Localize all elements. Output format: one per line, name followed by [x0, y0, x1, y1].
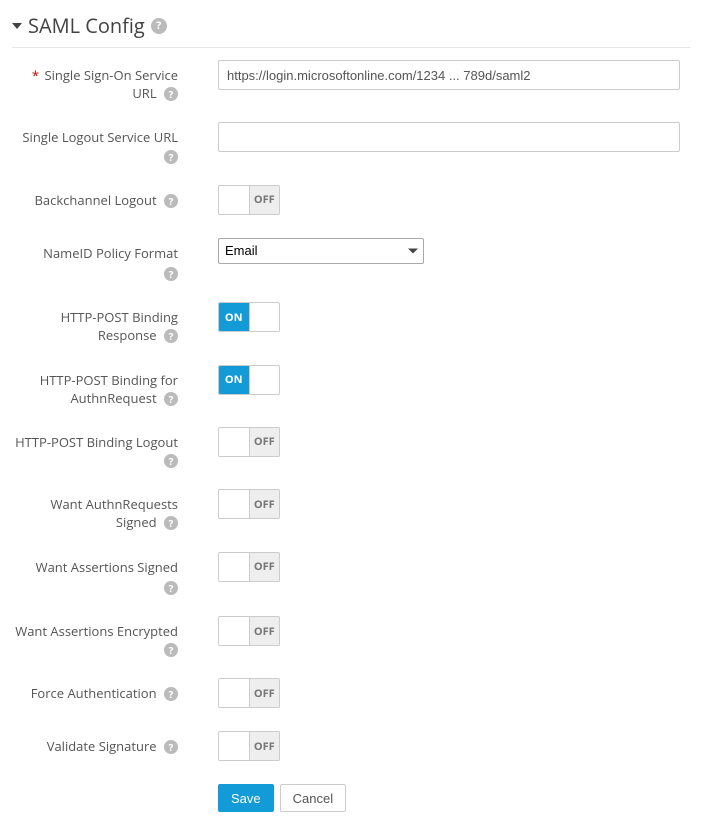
toggle-off-seg: OFF [249, 428, 280, 456]
validate-signature-toggle[interactable]: OFF [218, 731, 280, 761]
want-assertions-encrypted-toggle[interactable]: OFF [218, 616, 280, 646]
label-text: HTTP-POST Binding Logout [15, 433, 178, 451]
cancel-button[interactable]: Cancel [280, 784, 346, 812]
toggle-on-seg [219, 732, 249, 760]
row-validate-signature: Validate Signature ? OFF [12, 731, 690, 764]
toggle-on-seg [219, 679, 249, 707]
row-http-post-authn: HTTP-POST Binding for AuthnRequest ? ON [12, 365, 690, 407]
label-text: Single Logout Service URL [22, 128, 178, 146]
label-validate-signature: Validate Signature ? [12, 731, 188, 755]
label-want-assertions-signed: Want Assertions Signed ? [12, 552, 188, 596]
row-nameid-policy: NameID Policy Format ? Email [12, 238, 690, 282]
label-http-post-logout: HTTP-POST Binding Logout ? [12, 427, 188, 469]
label-text: Single Sign-On Service URL [44, 66, 178, 102]
save-button[interactable]: Save [218, 784, 274, 812]
help-icon[interactable]: ? [164, 392, 178, 406]
toggle-on-seg [219, 186, 249, 214]
backchannel-logout-toggle[interactable]: OFF [218, 185, 280, 215]
label-want-assertions-encrypted: Want Assertions Encrypted ? [12, 616, 188, 658]
label-want-authn-signed: Want AuthnRequests Signed ? [12, 489, 188, 531]
http-post-logout-toggle[interactable]: OFF [218, 427, 280, 457]
help-icon[interactable]: ? [164, 150, 178, 164]
toggle-off-seg: OFF [249, 186, 280, 214]
label-text: Force Authentication [31, 684, 157, 702]
label-text: HTTP-POST Binding Response [61, 308, 178, 344]
help-icon[interactable]: ? [164, 267, 178, 281]
want-authn-signed-toggle[interactable]: OFF [218, 489, 280, 519]
label-text: Want Assertions Signed [36, 558, 178, 576]
force-auth-toggle[interactable]: OFF [218, 678, 280, 708]
label-text: HTTP-POST Binding for AuthnRequest [40, 371, 178, 407]
actions-row: Save Cancel [12, 784, 690, 812]
label-http-post-response: HTTP-POST Binding Response ? [12, 302, 188, 344]
toggle-off-seg: OFF [249, 490, 280, 518]
required-marker: * [32, 66, 39, 84]
help-icon[interactable]: ? [164, 516, 178, 530]
toggle-off-seg: OFF [249, 617, 280, 645]
label-nameid-policy: NameID Policy Format ? [12, 238, 188, 282]
toggle-on-seg: ON [219, 303, 249, 331]
toggle-on-seg: ON [219, 366, 249, 394]
row-want-authn-signed: Want AuthnRequests Signed ? OFF [12, 489, 690, 531]
chevron-down-icon[interactable] [12, 23, 22, 29]
toggle-off-seg: OFF [249, 553, 280, 581]
row-want-assertions-signed: Want Assertions Signed ? OFF [12, 552, 690, 596]
toggle-off-seg: OFF [249, 732, 280, 760]
label-text: Validate Signature [47, 737, 157, 755]
help-icon[interactable]: ? [164, 643, 178, 657]
http-post-response-toggle[interactable]: ON [218, 302, 280, 332]
toggle-off-seg [249, 303, 280, 331]
help-icon[interactable]: ? [164, 329, 178, 343]
help-icon[interactable]: ? [164, 740, 178, 754]
toggle-on-seg [219, 490, 249, 518]
slo-url-input[interactable] [218, 122, 680, 152]
label-force-auth: Force Authentication ? [12, 678, 188, 702]
label-slo-url: Single Logout Service URL ? [12, 122, 188, 164]
section-header: SAML Config ? [12, 12, 690, 48]
toggle-on-seg [219, 617, 249, 645]
label-text: NameID Policy Format [43, 244, 178, 262]
help-icon[interactable]: ? [164, 687, 178, 701]
http-post-authn-toggle[interactable]: ON [218, 365, 280, 395]
help-icon[interactable]: ? [164, 454, 178, 468]
row-http-post-response: HTTP-POST Binding Response ? ON [12, 302, 690, 344]
sso-url-input[interactable] [218, 60, 680, 90]
help-icon[interactable]: ? [164, 87, 178, 101]
row-slo-url: Single Logout Service URL ? [12, 122, 690, 164]
toggle-on-seg [219, 553, 249, 581]
help-icon[interactable]: ? [151, 18, 167, 34]
label-http-post-authn: HTTP-POST Binding for AuthnRequest ? [12, 365, 188, 407]
toggle-off-seg: OFF [249, 679, 280, 707]
nameid-policy-select-wrap: Email [218, 238, 424, 264]
row-http-post-logout: HTTP-POST Binding Logout ? OFF [12, 427, 690, 469]
row-sso-url: * Single Sign-On Service URL ? [12, 60, 690, 102]
label-text: Want Assertions Encrypted [15, 622, 178, 640]
nameid-policy-select[interactable]: Email [218, 238, 424, 264]
toggle-off-seg [249, 366, 280, 394]
row-force-auth: Force Authentication ? OFF [12, 678, 690, 711]
help-icon[interactable]: ? [164, 194, 178, 208]
label-sso-url: * Single Sign-On Service URL ? [12, 60, 188, 102]
help-icon[interactable]: ? [164, 581, 178, 595]
label-text: Want AuthnRequests Signed [50, 495, 178, 531]
row-backchannel-logout: Backchannel Logout ? OFF [12, 185, 690, 218]
toggle-on-seg [219, 428, 249, 456]
section-title: SAML Config [28, 12, 145, 39]
label-text: Backchannel Logout [35, 191, 157, 209]
want-assertions-signed-toggle[interactable]: OFF [218, 552, 280, 582]
row-want-assertions-encrypted: Want Assertions Encrypted ? OFF [12, 616, 690, 658]
label-backchannel-logout: Backchannel Logout ? [12, 185, 188, 209]
